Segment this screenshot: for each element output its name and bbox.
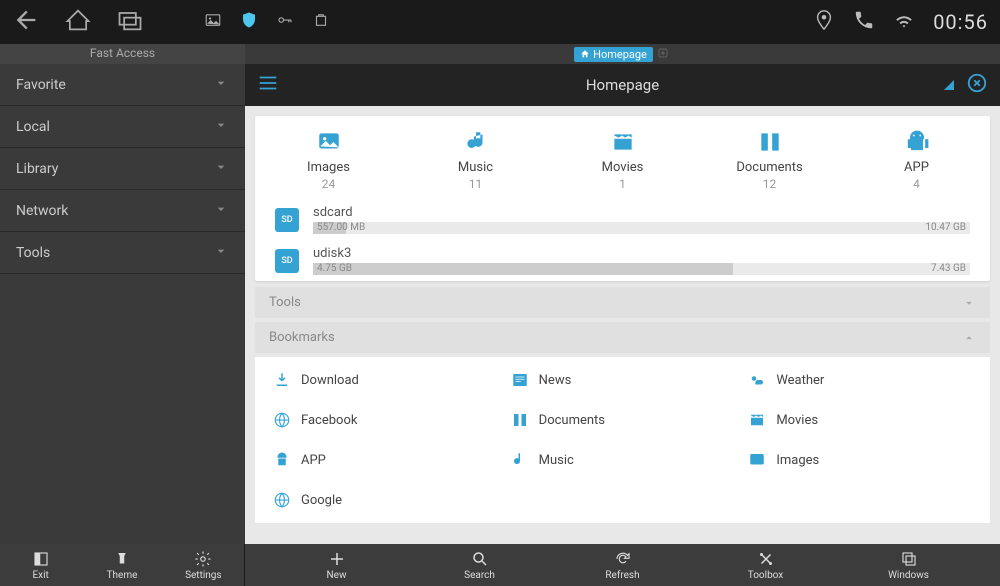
recent-apps-icon[interactable]	[116, 6, 144, 38]
windows-button[interactable]: Windows	[837, 544, 980, 586]
category-images[interactable]: Images 24	[255, 128, 402, 191]
resize-handle-icon[interactable]	[944, 80, 954, 90]
picture-icon	[204, 11, 222, 33]
chevron-down-icon	[213, 117, 229, 137]
category-music[interactable]: Music 11	[402, 128, 549, 191]
tab-strip: Homepage	[245, 44, 1000, 64]
chevron-down-icon	[213, 159, 229, 179]
sidebar-item-favorite[interactable]: Favorite	[0, 64, 245, 106]
refresh-button[interactable]: Refresh	[551, 544, 694, 586]
chevron-up-icon	[962, 331, 976, 345]
images-icon	[255, 128, 402, 156]
bookmark-images[interactable]: Images	[744, 447, 976, 473]
movies-icon	[748, 411, 766, 429]
sidebar-header: Fast Access	[0, 44, 245, 64]
bookmarks-grid: Download News Weather Facebook Documents…	[255, 357, 990, 523]
bag-icon	[312, 11, 330, 33]
bookmark-app[interactable]: APP	[269, 447, 501, 473]
weather-icon	[748, 371, 766, 389]
bookmark-google[interactable]: Google	[269, 487, 501, 513]
sidebar-item-network[interactable]: Network	[0, 190, 245, 232]
phone-icon	[853, 9, 875, 35]
location-icon	[813, 9, 835, 35]
content-header: Homepage	[245, 64, 1000, 106]
chevron-down-icon	[962, 296, 976, 310]
key-icon	[276, 11, 294, 33]
bookmark-news[interactable]: News	[507, 367, 739, 393]
section-bookmarks[interactable]: Bookmarks	[255, 322, 990, 353]
bookmark-facebook[interactable]: Facebook	[269, 407, 501, 433]
category-documents[interactable]: Documents 12	[696, 128, 843, 191]
back-icon[interactable]	[12, 6, 40, 38]
home-icon[interactable]	[64, 6, 92, 38]
vpn-shield-icon	[240, 11, 258, 33]
globe-icon	[273, 491, 291, 509]
bookmark-weather[interactable]: Weather	[744, 367, 976, 393]
chevron-down-icon	[213, 243, 229, 263]
section-tools[interactable]: Tools	[255, 287, 990, 318]
android-icon	[273, 451, 291, 469]
new-button[interactable]: New	[265, 544, 408, 586]
sd-icon: SD	[275, 208, 299, 232]
content-area: Homepage Homepage Images 24	[245, 44, 1000, 544]
sd-icon: SD	[275, 249, 299, 273]
sidebar-item-library[interactable]: Library	[0, 148, 245, 190]
bookmark-movies[interactable]: Movies	[744, 407, 976, 433]
new-tab-icon[interactable]	[657, 47, 671, 61]
storage-udisk3[interactable]: SD udisk3 4.75 GB 7.43 GB	[255, 240, 990, 281]
storage-sdcard[interactable]: SD sdcard 557.00 MB 10.47 GB	[255, 199, 990, 240]
sidebar: Fast Access Favorite Local Library Netwo…	[0, 44, 245, 544]
menu-icon[interactable]	[257, 72, 279, 98]
documents-icon	[696, 128, 843, 156]
globe-icon	[273, 411, 291, 429]
music-icon	[402, 128, 549, 156]
categories-card: Images 24 Music 11 Movies 1	[255, 116, 990, 281]
search-button[interactable]: Search	[408, 544, 551, 586]
movies-icon	[549, 128, 696, 156]
wifi-icon	[893, 9, 915, 35]
chevron-down-icon	[213, 75, 229, 95]
close-icon[interactable]	[966, 72, 988, 98]
category-app[interactable]: APP 4	[843, 128, 990, 191]
category-movies[interactable]: Movies 1	[549, 128, 696, 191]
sidebar-item-tools[interactable]: Tools	[0, 232, 245, 274]
theme-button[interactable]: Theme	[81, 544, 162, 586]
bookmark-documents[interactable]: Documents	[507, 407, 739, 433]
bookmark-download[interactable]: Download	[269, 367, 501, 393]
android-icon	[843, 128, 990, 156]
music-icon	[511, 451, 529, 469]
download-icon	[273, 371, 291, 389]
chevron-down-icon	[213, 201, 229, 221]
exit-button[interactable]: Exit	[0, 544, 81, 586]
news-icon	[511, 371, 529, 389]
toolbox-button[interactable]: Toolbox	[694, 544, 837, 586]
clock-time: 00:56	[933, 10, 988, 34]
bookmark-music[interactable]: Music	[507, 447, 739, 473]
sidebar-item-local[interactable]: Local	[0, 106, 245, 148]
status-bar: 00:56	[0, 0, 1000, 44]
settings-button[interactable]: Settings	[163, 544, 244, 586]
bottom-bar: Exit Theme Settings New Search Refresh T…	[0, 544, 1000, 586]
tab-homepage[interactable]: Homepage	[574, 47, 653, 62]
documents-icon	[511, 411, 529, 429]
images-icon	[748, 451, 766, 469]
page-title: Homepage	[586, 76, 659, 94]
